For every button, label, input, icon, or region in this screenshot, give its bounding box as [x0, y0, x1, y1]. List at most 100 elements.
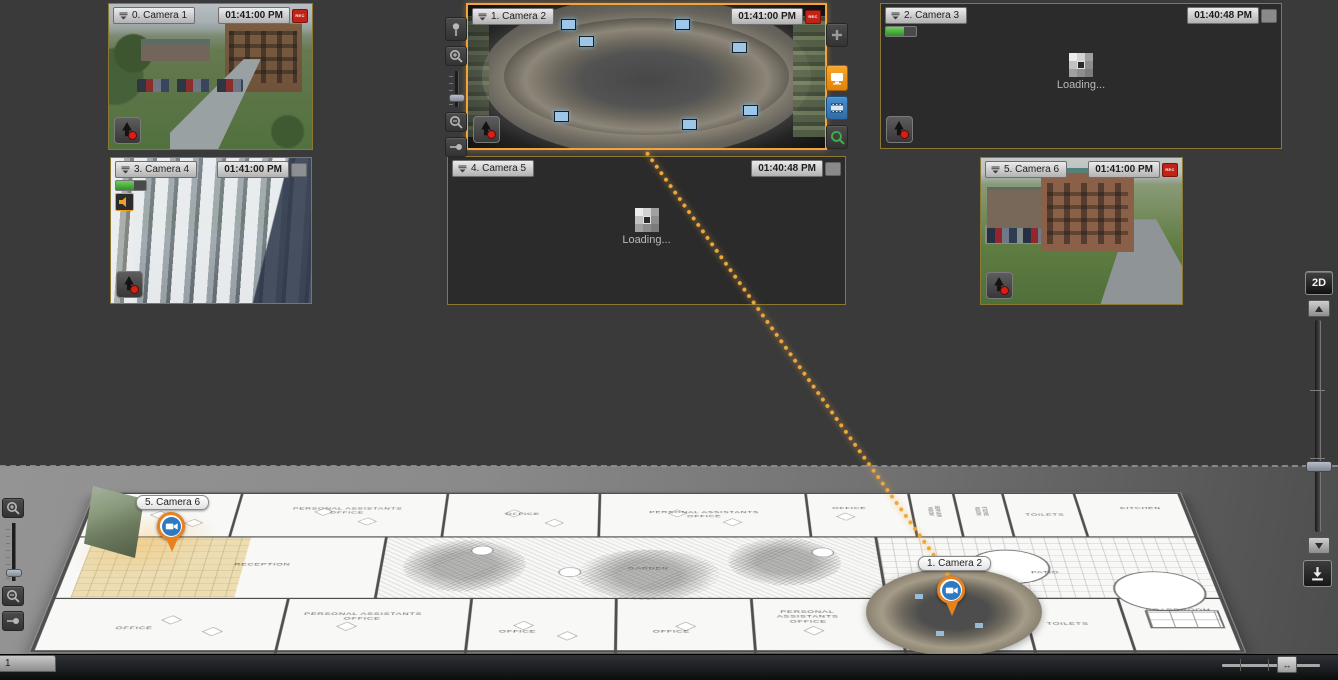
fit-to-window-button[interactable] — [1303, 560, 1332, 587]
camera-menu-icon — [458, 165, 467, 173]
pin-home-button[interactable] — [445, 137, 467, 157]
wall — [1073, 494, 1090, 536]
timestamp: 01:40:48 PM — [751, 160, 823, 177]
marker-tail — [946, 602, 958, 616]
garden-table-icon — [811, 548, 835, 557]
rec-badge: REC — [1162, 163, 1178, 177]
bottom-bar: 1 — [0, 654, 1338, 680]
map-tilt-divider — [0, 465, 1338, 467]
camera-title-chip[interactable]: 4. Camera 5 — [452, 160, 534, 177]
wall — [464, 598, 473, 654]
camera-title-chip[interactable]: 5. Camera 6 — [985, 161, 1067, 178]
audio-icon[interactable] — [115, 193, 134, 211]
desk-icon — [557, 631, 578, 640]
room-label: OFFICE — [505, 512, 540, 516]
add-view-button[interactable] — [826, 23, 848, 47]
room-label: KITCHEN — [1119, 506, 1161, 510]
playback-button[interactable] — [826, 96, 848, 120]
pan-tick — [1240, 659, 1241, 671]
room-label: PATIO — [1030, 570, 1059, 575]
camera-menu-icon — [991, 166, 1000, 174]
camera-title-chip[interactable]: 0. Camera 1 — [113, 7, 195, 24]
timestamp: 01:41:00 PM — [217, 161, 289, 178]
camera-tile-3[interactable]: Loading... 2. Camera 3 01:40:48 PM — [880, 3, 1282, 149]
camera-menu-icon — [119, 12, 128, 20]
map-tab-1[interactable]: 1 — [0, 655, 56, 672]
camera-tile-1[interactable]: 0. Camera 1 01:41:00 PM REC — [108, 3, 313, 150]
room-label: PERSONAL ASSISTANTS OFFICE — [754, 610, 863, 624]
ptz-zoom-slider[interactable] — [449, 71, 463, 107]
room-label: GARDEN — [628, 566, 669, 570]
event-indicator-icon[interactable] — [116, 271, 143, 298]
tilt-slider-handle[interactable] — [1306, 461, 1332, 472]
room-label: RECEPTION — [234, 562, 291, 566]
tilt-up-button[interactable] — [1308, 300, 1330, 317]
event-indicator-icon[interactable] — [886, 116, 913, 143]
pin-button[interactable] — [445, 17, 467, 41]
camera-video — [468, 5, 825, 148]
rec-idle-badge — [825, 162, 841, 176]
map-marker-camera2[interactable] — [937, 576, 967, 616]
loading-spinner-icon — [643, 216, 651, 224]
camera-label: 2. Camera 3 — [904, 10, 959, 21]
timestamp: 01:41:00 PM — [218, 7, 290, 24]
tile-left-toolbar — [445, 17, 467, 157]
camera-tile-4[interactable]: 3. Camera 4 01:41:00 PM — [110, 157, 312, 304]
room-label: BOARDROOM — [1145, 608, 1212, 613]
view-2d-button[interactable]: 2D — [1305, 271, 1333, 295]
room-label: OFFICE — [499, 629, 537, 634]
room-label: OFFICE — [115, 626, 154, 631]
buffer-progress — [885, 26, 917, 37]
pan-slider-handle[interactable]: ↔ — [1277, 656, 1297, 673]
floorplan[interactable]: OFFICE PERSONAL ASSISTANTS OFFICE OFFICE… — [30, 493, 1245, 652]
camera-tile-5[interactable]: Loading... 4. Camera 5 01:40:48 PM — [447, 156, 846, 305]
rec-idle-badge — [1261, 9, 1277, 23]
zoom-out-button[interactable] — [2, 586, 24, 606]
camera-pin-icon[interactable] — [937, 576, 965, 604]
live-view-button[interactable] — [826, 65, 848, 91]
zoom-in-button[interactable] — [2, 498, 24, 518]
map-zoom-slider[interactable] — [6, 523, 20, 581]
wall — [228, 494, 243, 536]
rec-idle-badge — [291, 163, 307, 177]
tilt-tick — [1310, 458, 1325, 459]
timestamp: 01:41:00 PM — [1088, 161, 1160, 178]
tilt-down-button[interactable] — [1308, 537, 1330, 554]
event-indicator-icon[interactable] — [473, 116, 500, 143]
zoom-in-button[interactable] — [445, 46, 467, 66]
tilt-slider-track[interactable] — [1315, 320, 1321, 532]
event-indicator-icon[interactable] — [986, 272, 1013, 299]
camera-tile-2[interactable]: 1. Camera 2 01:41:00 PM REC — [466, 3, 827, 150]
pin-home-button[interactable] — [2, 611, 24, 631]
room-label: SERVER ROOM — [925, 506, 941, 517]
wall — [274, 598, 290, 654]
desk-icon — [358, 518, 377, 526]
camera-title-chip[interactable]: 1. Camera 2 — [472, 8, 554, 25]
desk-icon — [161, 615, 182, 624]
room-label: TOILETS — [1025, 513, 1065, 517]
camera-tile-6[interactable]: 5. Camera 6 01:41:00 PM REC — [980, 157, 1183, 305]
pan-tick — [1268, 659, 1269, 671]
map-camera-label[interactable]: 5. Camera 6 — [136, 495, 209, 510]
zoom-out-button[interactable] — [445, 112, 467, 132]
wall — [750, 598, 757, 654]
map-camera-label[interactable]: 1. Camera 2 — [918, 556, 991, 571]
search-button[interactable] — [826, 125, 848, 149]
camera-title-chip[interactable]: 3. Camera 4 — [115, 161, 197, 178]
event-indicator-icon[interactable] — [114, 117, 141, 144]
tilt-tick — [1310, 390, 1325, 391]
pan-slider-track[interactable] — [1222, 664, 1320, 667]
loading-text: Loading... — [622, 234, 670, 246]
rec-badge: REC — [805, 10, 821, 24]
app-window: OFFICE PERSONAL ASSISTANTS OFFICE OFFICE… — [0, 0, 1338, 680]
loading-text: Loading... — [1057, 79, 1105, 91]
rec-badge: REC — [292, 9, 308, 23]
camera-pin-icon[interactable] — [157, 512, 185, 540]
wall — [1001, 494, 1015, 536]
map-marker-camera6[interactable] — [157, 512, 187, 552]
wall — [952, 494, 965, 536]
camera-title-chip[interactable]: 2. Camera 3 — [885, 7, 967, 24]
room-label: TOILETS — [1046, 622, 1090, 627]
map-zoom-toolbar — [2, 498, 24, 631]
boardroom-table-icon — [1144, 610, 1225, 628]
